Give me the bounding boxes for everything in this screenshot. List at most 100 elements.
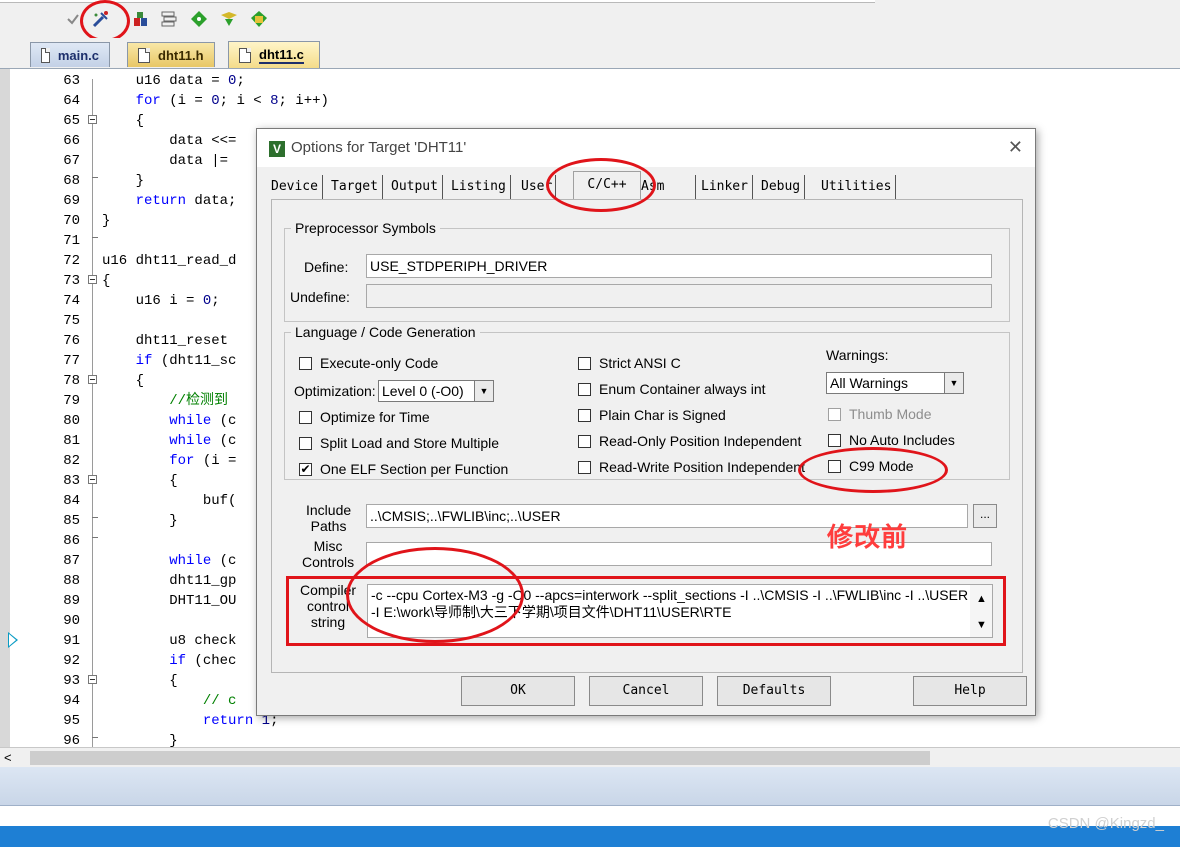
compiler-line-2: -I E:\work\导师制\大三下学期\项目文件\DHT11\USER\RTE (371, 604, 732, 620)
select-software-packs-icon[interactable] (218, 8, 240, 30)
uvision-icon: V (269, 141, 285, 157)
code-text: dht11_gp (102, 573, 237, 589)
enum-container-label: Enum Container always int (599, 381, 766, 397)
line-number: 68 (63, 173, 80, 189)
line-number: 84 (63, 493, 80, 509)
execution-arrow-icon (8, 632, 18, 648)
fold-toggle-icon[interactable] (88, 275, 97, 284)
status-text: aration may not appear after executable … (16, 849, 505, 865)
line-number: 66 (63, 133, 80, 149)
tab-debug[interactable]: Debug (757, 175, 806, 199)
code-text: dht11_reset (102, 333, 229, 349)
tab-label: dht11.h (158, 47, 204, 63)
ro-pi-checkbox[interactable] (578, 435, 591, 448)
scroll-up-icon[interactable]: ▲ (976, 591, 987, 608)
thumb-mode-checkbox[interactable] (828, 408, 841, 421)
browse-button[interactable]: ... (973, 504, 997, 528)
strict-ansi-checkbox[interactable] (578, 357, 591, 370)
chevron-down-icon[interactable]: ▼ (474, 381, 493, 401)
compiler-scrollbar[interactable]: ▲ ▼ (970, 585, 992, 637)
tab-listing[interactable]: Listing (447, 175, 511, 199)
code-text: u8 check (102, 633, 237, 649)
c99-mode-checkbox[interactable] (828, 460, 841, 473)
dialog-titlebar[interactable]: V Options for Target 'DHT11' ✕ (257, 129, 1035, 167)
toolbar-top-edge (0, 0, 875, 3)
dialog-title: Options for Target 'DHT11' (291, 139, 467, 156)
optimize-time-checkbox[interactable] (299, 411, 312, 424)
enum-container-checkbox[interactable] (578, 383, 591, 396)
optimization-label: Optimization: (294, 383, 376, 399)
tab-asm[interactable]: Asm (637, 175, 696, 199)
scroll-left-icon[interactable]: < (4, 750, 12, 765)
line-number: 90 (63, 613, 80, 629)
code-text: return data; (135, 193, 237, 209)
warnings-value: All Warnings (830, 375, 909, 391)
compiler-control-field[interactable]: -c --cpu Cortex-M3 -g -O0 --apcs=interwo… (367, 584, 993, 638)
rw-pi-checkbox[interactable] (578, 461, 591, 474)
tab-device[interactable]: Device (267, 175, 323, 199)
undefine-field[interactable] (366, 284, 992, 308)
close-icon[interactable]: ✕ (1008, 137, 1023, 158)
fold-toggle-icon[interactable] (88, 375, 97, 384)
no-auto-includes-checkbox[interactable] (828, 434, 841, 447)
ok-button[interactable]: OK (461, 676, 575, 706)
fold-end-marker (92, 177, 98, 178)
execute-only-checkbox[interactable] (299, 357, 312, 370)
optimization-select[interactable]: Level 0 (-O0) ▼ (378, 380, 494, 402)
manage-components-icon[interactable] (130, 8, 152, 30)
checkmark-icon[interactable] (62, 8, 84, 30)
cancel-button[interactable]: Cancel (589, 676, 703, 706)
window-splitter[interactable] (0, 767, 1180, 806)
chevron-down-icon[interactable]: ▼ (944, 373, 963, 393)
line-number: 74 (63, 293, 80, 309)
split-load-checkbox[interactable] (299, 437, 312, 450)
tab-target[interactable]: Target (327, 175, 383, 199)
tab-main-c[interactable]: main.c (30, 42, 110, 67)
tab-dht11-c[interactable]: dht11.c (228, 41, 320, 68)
line-number: 65 (63, 113, 80, 129)
code-text: while (c (169, 433, 237, 449)
line-number: 81 (63, 433, 80, 449)
code-text: } (102, 733, 178, 747)
help-button[interactable]: Help (913, 676, 1027, 706)
execute-only-label: Execute-only Code (320, 355, 439, 371)
plain-char-checkbox[interactable] (578, 409, 591, 422)
run-time-environment-icon[interactable] (248, 8, 270, 30)
scroll-down-icon[interactable]: ▼ (976, 617, 987, 634)
fold-toggle-icon[interactable] (88, 115, 97, 124)
tab-utilities[interactable]: Utilities (817, 175, 897, 199)
tab-dht11-h[interactable]: dht11.h (127, 42, 215, 67)
line-number: 72 (63, 253, 80, 269)
tab-output[interactable]: Output (387, 175, 443, 199)
scrollbar-thumb[interactable] (30, 751, 930, 765)
tab-c-cpp[interactable]: C/C++ (573, 171, 641, 200)
warnings-select[interactable]: All Warnings ▼ (826, 372, 964, 394)
define-field[interactable]: USE_STDPERIPH_DRIVER (366, 254, 992, 278)
code-text: u16 dht11_read_d (102, 253, 237, 269)
code-text: } (102, 513, 178, 529)
rw-pi-label: Read-Write Position Independent (599, 459, 805, 475)
line-number: 92 (63, 653, 80, 669)
c99-mode-label: C99 Mode (849, 458, 914, 474)
code-text: u16 i = 0; (102, 293, 220, 309)
fold-toggle-icon[interactable] (88, 475, 97, 484)
options-for-target-icon[interactable] (90, 8, 112, 30)
fold-toggle-icon[interactable] (88, 675, 97, 684)
tab-label: dht11.c (259, 46, 304, 64)
horizontal-scrollbar[interactable]: < (0, 747, 1180, 768)
line-number: 87 (63, 553, 80, 569)
line-number: 95 (63, 713, 80, 729)
tab-linker[interactable]: Linker (697, 175, 753, 199)
one-elf-checkbox[interactable]: ✔ (299, 463, 312, 476)
defaults-button[interactable]: Defaults (717, 676, 831, 706)
code-text: //检测到 (102, 393, 229, 409)
code-text: DHT11_OU (102, 593, 237, 609)
code-text: data |= (102, 153, 229, 169)
file-icon (138, 47, 150, 63)
tab-user[interactable]: User (517, 175, 556, 199)
code-text: } (102, 213, 111, 229)
build-output-selected-line[interactable]: aration may not appear after executable … (0, 826, 1180, 865)
file-extensions-icon[interactable] (158, 8, 180, 30)
pack-installer-icon[interactable] (188, 8, 210, 30)
fold-end-marker (92, 537, 98, 538)
